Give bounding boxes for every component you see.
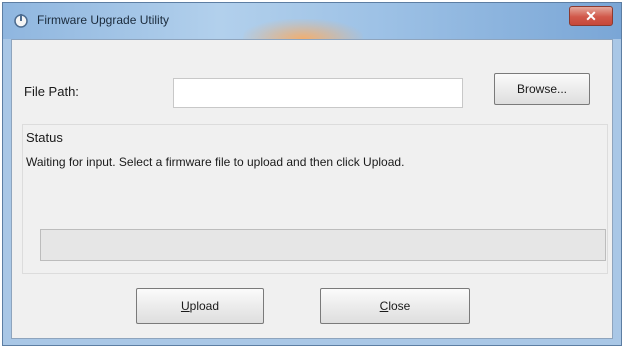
browse-button-label: Browse... <box>516 82 567 96</box>
upload-progress-bar <box>40 229 606 261</box>
status-heading: Status <box>26 130 63 145</box>
title-bar[interactable]: Firmware Upgrade Utility ✕ <box>3 3 621 59</box>
dialog-client-area: File Path: Browse... Status Waiting for … <box>11 39 613 339</box>
upload-button[interactable]: Upload <box>136 288 264 324</box>
file-path-label: File Path: <box>24 84 79 99</box>
window-title: Firmware Upgrade Utility <box>37 13 170 27</box>
upload-button-label: Upload <box>180 299 220 313</box>
close-button[interactable]: Close <box>320 288 470 324</box>
app-icon[interactable] <box>13 13 29 29</box>
close-button-label: Close <box>379 299 411 313</box>
dialog-window: Firmware Upgrade Utility ✕ File Path: Br… <box>2 2 622 346</box>
close-icon: ✕ <box>585 7 597 24</box>
file-path-input[interactable] <box>173 78 463 108</box>
browse-button[interactable]: Browse... <box>494 73 590 105</box>
close-window-button[interactable]: ✕ <box>569 6 613 26</box>
status-message: Waiting for input. Select a firmware fil… <box>26 155 405 169</box>
